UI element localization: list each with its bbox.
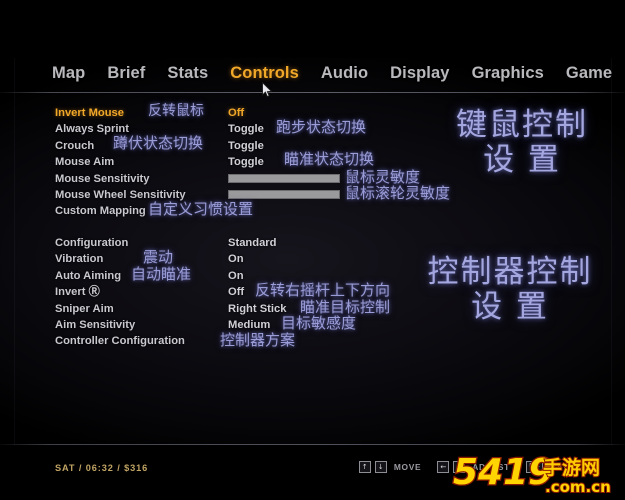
setting-annotation-cn: 震动 <box>143 248 174 267</box>
setting-label: Invert Mouse <box>55 107 125 119</box>
annotation-line-2: 设 置 <box>483 142 561 178</box>
setting-value[interactable]: On <box>228 268 244 284</box>
keyboard-mouse-section-annotation: 键鼠控制 设 置 <box>432 108 612 178</box>
tab-display[interactable]: Display <box>390 64 449 83</box>
site-watermark: 5419 手游网 .com.cn <box>451 451 619 497</box>
setting-label: Custom Mapping <box>55 205 146 218</box>
setting-value-annotation-cn: 鼠标滚轮灵敏度 <box>345 183 451 202</box>
tab-brief[interactable]: Brief <box>107 64 145 83</box>
tab-audio[interactable]: Audio <box>321 64 368 83</box>
annotation-line-1: 控制器控制 <box>427 254 593 290</box>
svg-text:.com.cn: .com.cn <box>545 478 611 496</box>
mouse-cursor-icon <box>262 81 273 98</box>
setting-row-controller-configuration[interactable]: Controller Configuration 控制器方案 <box>0 331 625 350</box>
setting-annotation-cn: 反转鼠标 <box>148 103 204 119</box>
svg-text:5419: 5419 <box>453 452 553 493</box>
setting-value[interactable]: Toggle <box>228 154 264 170</box>
setting-label: Auto Aiming <box>55 269 122 282</box>
setting-annotation-cn: 蹲伏状态切换 <box>113 133 204 152</box>
settings-viewport: Map Brief Stats Controls Audio Display G… <box>0 58 625 445</box>
setting-label: Vibration <box>55 253 104 266</box>
tab-graphics[interactable]: Graphics <box>472 64 544 83</box>
setting-label: Sniper Aim <box>55 302 114 315</box>
setting-label: Mouse Sensitivity <box>55 172 150 185</box>
settings-navbar: Map Brief Stats Controls Audio Display G… <box>0 58 625 98</box>
setting-value-annotation-cn: 反转右摇杆上下方向 <box>255 281 391 300</box>
setting-label: Crouch <box>55 139 95 152</box>
tab-map[interactable]: Map <box>52 64 85 83</box>
hud-status-text: SAT / 06:32 / $316 <box>55 463 149 473</box>
annotation-line-1: 键鼠控制 <box>456 107 588 143</box>
setting-label: Controller Configuration <box>55 335 185 348</box>
setting-value-annotation-cn: 瞄准状态切换 <box>284 150 375 169</box>
setting-value[interactable]: Toggle <box>228 121 264 137</box>
tab-controls[interactable]: Controls <box>230 64 299 83</box>
setting-row-configuration[interactable]: Configuration Standard <box>0 235 625 251</box>
setting-label: Mouse Aim <box>55 156 115 169</box>
setting-annotation-cn: 自动瞄准 <box>131 264 192 283</box>
setting-value-annotation-cn: 目标敏感度 <box>281 313 357 332</box>
arrow-down-key-icon: ↓ <box>374 461 387 473</box>
navbar-divider <box>0 92 625 93</box>
hint-label: MOVE <box>393 462 422 472</box>
tab-stats[interactable]: Stats <box>167 64 208 83</box>
setting-annotation-cn: 自定义习惯设置 <box>148 200 254 219</box>
hint-move: ↑ ↓ MOVE <box>358 461 422 473</box>
setting-value-annotation-cn: 鼠标灵敏度 <box>345 167 421 186</box>
setting-label: Configuration <box>55 237 129 249</box>
setting-value[interactable]: Off <box>228 284 244 300</box>
mouse-wheel-sensitivity-slider[interactable] <box>228 190 340 200</box>
setting-value[interactable]: Standard <box>228 235 277 251</box>
setting-value-annotation-cn: 瞄准目标控制 <box>300 297 391 316</box>
mouse-sensitivity-slider[interactable] <box>228 174 340 184</box>
setting-value[interactable]: Right Stick <box>228 301 286 317</box>
setting-value-annotation-cn: 控制器方案 <box>220 331 296 350</box>
setting-label: Invert Ⓡ <box>55 286 100 299</box>
arrow-left-key-icon: ← <box>437 461 450 473</box>
setting-label: Aim Sensitivity <box>55 318 136 331</box>
setting-value[interactable]: On <box>228 251 244 267</box>
tab-game[interactable]: Game <box>566 64 612 83</box>
game-screen: Map Brief Stats Controls Audio Display G… <box>0 0 625 500</box>
setting-value[interactable]: Toggle <box>228 138 264 154</box>
setting-value[interactable]: Off <box>228 105 244 121</box>
controller-section-annotation: 控制器控制 设 置 <box>410 255 610 325</box>
svg-text:手游网: 手游网 <box>543 456 600 479</box>
setting-value-annotation-cn: 跑步状态切换 <box>276 118 367 137</box>
setting-row-custom-mapping[interactable]: Custom Mapping 自定义习惯设置 <box>0 200 625 219</box>
letterbox-top <box>0 0 625 58</box>
settings-tabs: Map Brief Stats Controls Audio Display G… <box>52 64 612 83</box>
annotation-line-2: 设 置 <box>471 289 549 325</box>
setting-row-mouse-wheel-sensitivity[interactable]: Mouse Wheel Sensitivity 鼠标滚轮灵敏度 <box>0 183 625 203</box>
arrow-up-key-icon: ↑ <box>358 461 371 473</box>
